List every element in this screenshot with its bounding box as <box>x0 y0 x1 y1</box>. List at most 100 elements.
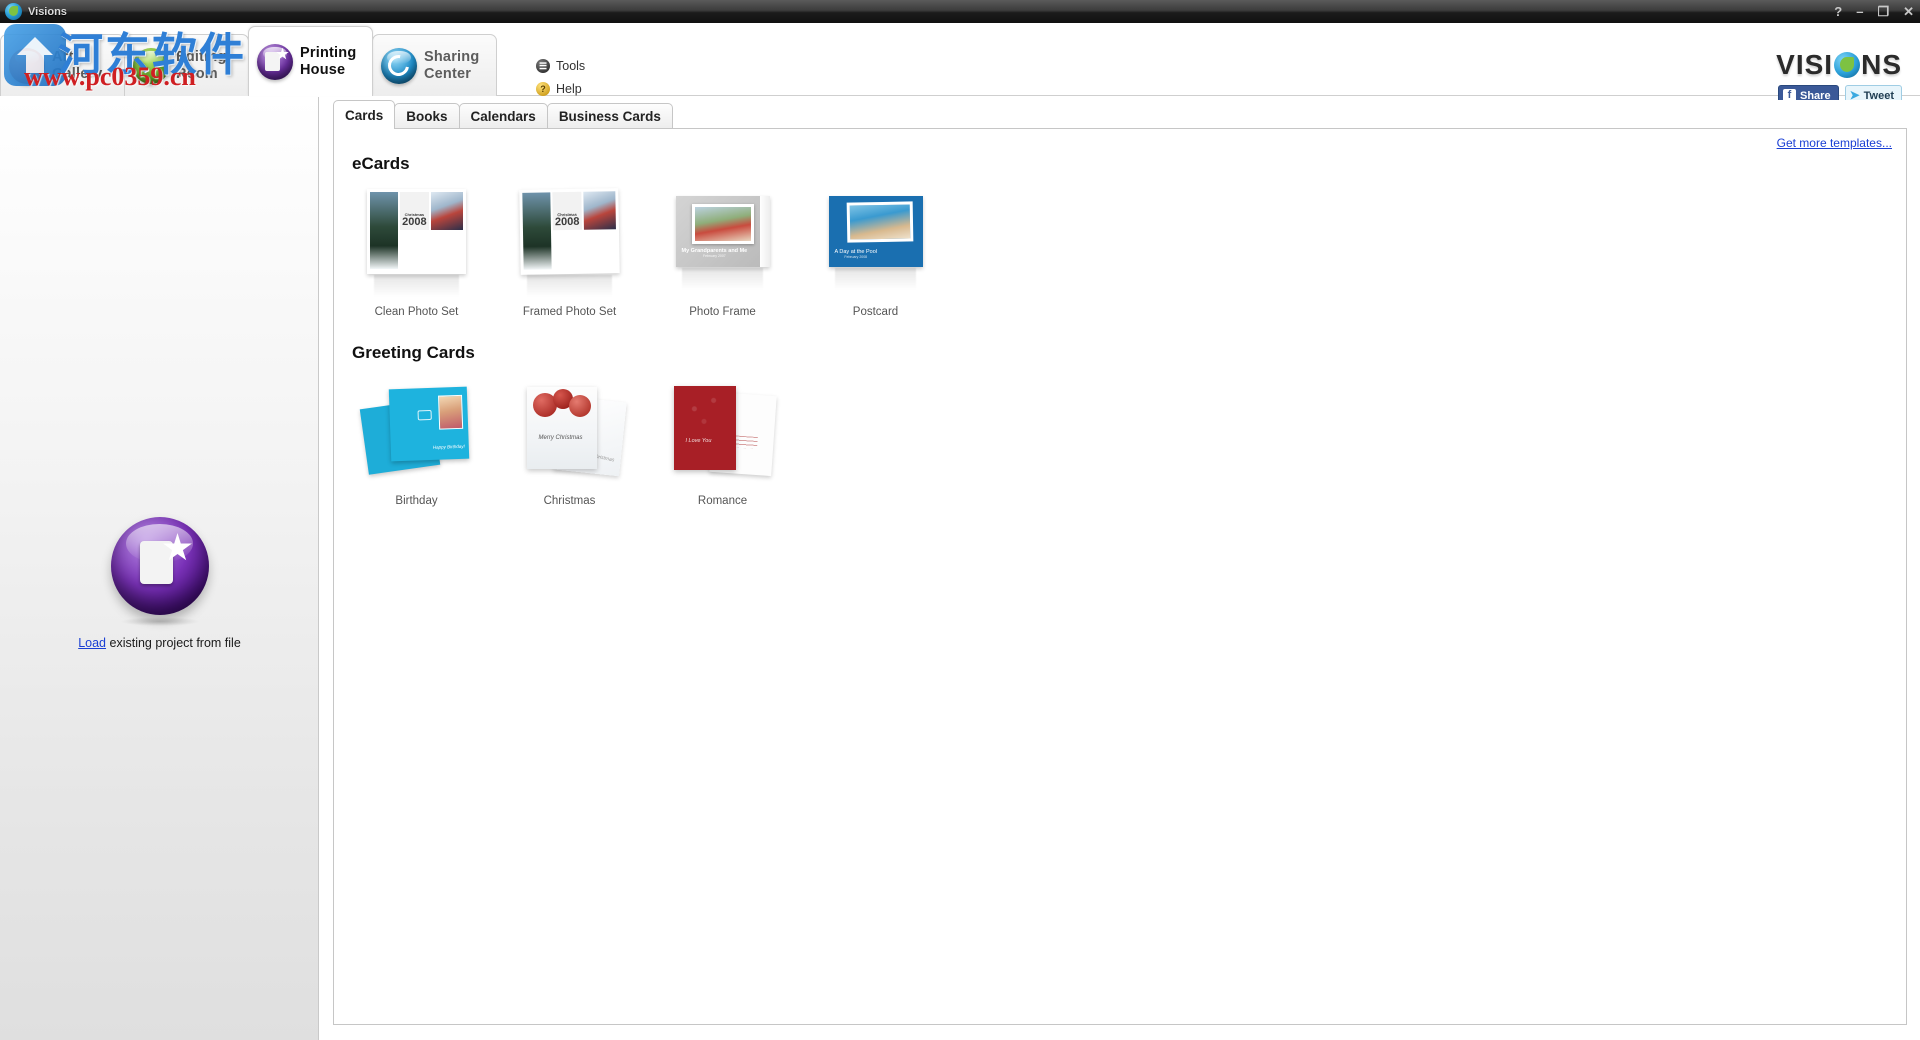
menu-item-help[interactable]: ? Help <box>536 82 585 96</box>
nav-tab-editing-room-label: Editing Room <box>176 48 227 82</box>
template-item-framed-photo-set[interactable]: Christmas 2008 Framed Photo Set <box>493 184 646 318</box>
tools-icon: ☰ <box>536 59 550 73</box>
window-title: Visions <box>28 5 67 18</box>
template-label-christmas: Christmas <box>543 495 596 507</box>
template-label-romance: Romance <box>697 495 748 507</box>
orb-reflection <box>119 617 200 626</box>
document-glyph-icon <box>265 51 280 71</box>
photo-tile <box>582 191 616 230</box>
thumbnail-romance[interactable]: I Love You <box>646 373 799 491</box>
template-label-photo-frame: Photo Frame <box>689 306 756 318</box>
tab-business-cards[interactable]: Business Cards <box>546 103 673 129</box>
photo-year-tile: Christmas 2008 <box>400 192 429 230</box>
christmas-card-thumbnail: Merry Christmas Merry Christmas <box>517 385 627 480</box>
header-menu: ☰ Tools ? Help <box>536 59 585 96</box>
primary-nav: Art Gallery Editing Room Printing House … <box>0 23 497 96</box>
thumbnail-postcard[interactable]: A Day at the Pool February 2008 <box>799 184 952 302</box>
template-grid-greeting-cards: Happy Birthday! Birthday Merry Christmas <box>340 373 1906 507</box>
postcard-caption-date: February 2008 <box>844 255 868 259</box>
minimize-icon[interactable]: – <box>1856 5 1863 18</box>
template-label-postcard: Postcard <box>852 306 899 318</box>
postcard-caption: A Day at the Pool February 2008 <box>835 249 878 259</box>
photo-tile <box>846 201 913 243</box>
load-project-orb-icon[interactable] <box>110 517 209 615</box>
photo-frame-caption-date: February 2007 <box>702 254 726 258</box>
nav-tab-sharing-center[interactable]: Sharing Center <box>372 34 497 96</box>
visions-logo: VISI NS <box>1776 51 1902 79</box>
collage-thumbnail: Christmas 2008 <box>519 188 620 275</box>
help-question-icon: ? <box>536 82 550 96</box>
app-header: Art Gallery Editing Room Printing House … <box>0 23 1920 107</box>
load-project-text: existing project from file <box>106 636 241 650</box>
thumbnail-reflection <box>526 275 613 297</box>
sharing-center-orb-icon <box>381 47 417 84</box>
thumbnail-christmas[interactable]: Merry Christmas Merry Christmas <box>493 373 646 491</box>
menu-item-help-label: Help <box>556 82 582 96</box>
nav-tab-editing-room[interactable]: Editing Room <box>124 34 249 96</box>
template-label-clean-photo-set: Clean Photo Set <box>374 306 459 318</box>
tab-books[interactable]: Books <box>394 103 460 129</box>
template-item-clean-photo-set[interactable]: Christmas 2008 Clean Photo Set <box>340 184 493 318</box>
left-sidebar: Load existing project from file <box>0 97 319 1040</box>
thumbnail-photo-frame[interactable]: My Grandparents and Me February 2007 <box>646 184 799 302</box>
tab-calendars[interactable]: Calendars <box>458 103 548 129</box>
thumbnail-reflection <box>835 268 916 290</box>
section-title-greeting-cards: Greeting Cards <box>352 343 475 362</box>
template-item-photo-frame[interactable]: My Grandparents and Me February 2007 Pho… <box>646 184 799 318</box>
help-icon[interactable]: ? <box>1834 5 1842 18</box>
visions-logo-part1: VISI <box>1776 49 1834 80</box>
nav-tab-art-gallery-label: Art Gallery <box>52 48 103 82</box>
load-project-link[interactable]: Load <box>78 636 106 650</box>
thumbnail-birthday[interactable]: Happy Birthday! <box>340 373 493 491</box>
thumbnail-framed-photo-set[interactable]: Christmas 2008 <box>493 184 646 302</box>
visions-logo-part2: NS <box>1861 49 1902 80</box>
thumbnail-clean-photo-set[interactable]: Christmas 2008 <box>340 184 493 302</box>
menu-item-tools[interactable]: ☰ Tools <box>536 59 585 73</box>
romance-card-thumbnail: I Love You <box>672 386 777 478</box>
thumbnail-reflection <box>682 268 763 290</box>
photo-year-tile: Christmas 2008 <box>552 191 582 230</box>
section-title-ecards: eCards <box>352 154 410 173</box>
photo-tile <box>691 204 754 244</box>
brand-block: VISI NS f Share ➤ Tweet <box>1776 51 1902 107</box>
card-front-panel: Happy Birthday! <box>388 386 469 462</box>
nav-tab-sharing-center-label: Sharing Center <box>424 48 480 82</box>
nav-tab-printing-house-label: Printing House <box>300 44 357 78</box>
postcard-thumbnail: A Day at the Pool February 2008 <box>828 196 923 267</box>
template-label-framed-photo-set: Framed Photo Set <box>522 306 617 318</box>
restore-icon[interactable]: ❐ <box>1877 5 1889 18</box>
photo-tile <box>437 394 463 430</box>
template-item-romance[interactable]: I Love You Romance <box>646 373 799 507</box>
photo-tile <box>430 192 463 230</box>
template-label-birthday: Birthday <box>395 495 438 507</box>
editing-room-orb-icon <box>133 47 169 84</box>
app-icon <box>5 3 22 20</box>
thumbnail-reflection <box>373 275 460 297</box>
cake-icon <box>417 409 432 421</box>
template-item-christmas[interactable]: Merry Christmas Merry Christmas Christma… <box>493 373 646 507</box>
tab-cards[interactable]: Cards <box>333 100 396 129</box>
close-icon[interactable]: ✕ <box>1903 5 1914 18</box>
photo-tile <box>523 270 583 272</box>
birthday-card-thumbnail: Happy Birthday! <box>359 386 470 478</box>
template-item-birthday[interactable]: Happy Birthday! Birthday <box>340 373 493 507</box>
bauble-icon <box>568 394 591 417</box>
template-item-postcard[interactable]: A Day at the Pool February 2008 Postcard <box>799 184 952 318</box>
load-project-block[interactable]: Load existing project from file <box>0 517 319 650</box>
visions-swirl-o-icon <box>1834 52 1861 78</box>
collage-thumbnail: Christmas 2008 <box>367 189 466 274</box>
card-front-panel: Merry Christmas <box>526 386 597 469</box>
photo-frame-thumbnail: My Grandparents and Me February 2007 <box>675 196 770 267</box>
nav-tab-art-gallery[interactable]: Art Gallery <box>0 34 125 96</box>
collage-year-text: 2008 <box>554 215 580 228</box>
nav-tab-printing-house[interactable]: Printing House <box>248 26 373 96</box>
load-project-caption: Load existing project from file <box>0 636 319 650</box>
art-gallery-orb-icon <box>9 47 45 84</box>
photo-tile <box>522 192 552 270</box>
content-tabstrip: Cards Books Calendars Business Cards <box>333 100 1907 129</box>
document-glyph-icon <box>139 541 173 584</box>
window-controls: ? – ❐ ✕ <box>1834 0 1914 23</box>
get-more-templates-link[interactable]: Get more templates... <box>1777 136 1892 150</box>
window-titlebar: Visions ? – ❐ ✕ <box>0 0 1920 23</box>
birthday-caption: Happy Birthday! <box>432 443 465 450</box>
